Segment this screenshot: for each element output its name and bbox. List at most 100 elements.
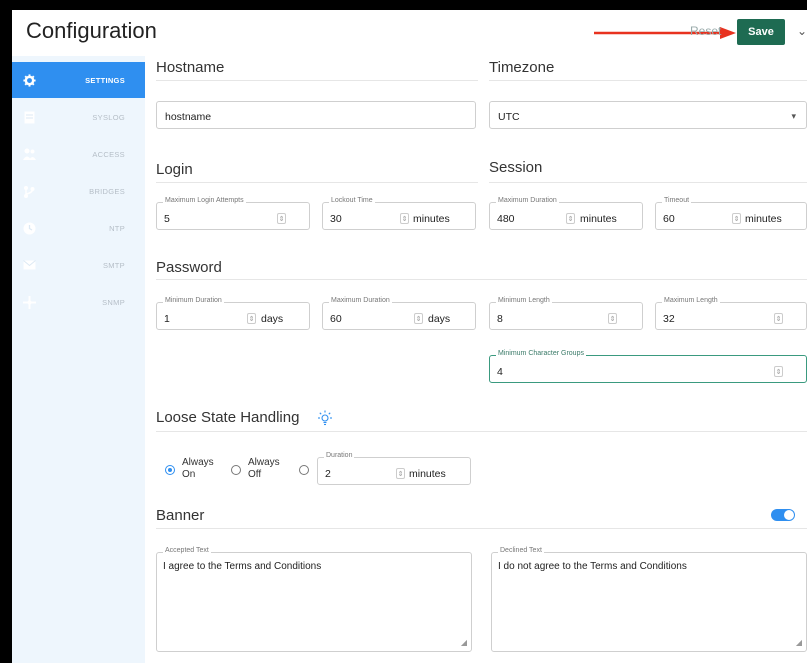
save-button[interactable]: Save [737,19,785,45]
unit-label: days [261,313,284,325]
stepper-icon[interactable]: ⇕ [400,213,409,224]
field-label: Declined Text [498,547,544,554]
field-label: Accepted Text [163,547,211,554]
radio-label-off: Off [248,469,262,480]
reset-button[interactable]: Reset [690,24,721,38]
sidebar-item-label: SMTP [102,260,125,270]
field-value: 60 [330,313,342,325]
radio-label-always: Always [182,457,214,468]
stepper-icon[interactable]: ⇕ [247,313,256,324]
field-label: Maximum Duration [496,197,559,204]
session-max-duration-field[interactable]: Maximum Duration 480 ⇕ minutes [489,197,643,230]
users-icon [22,147,36,161]
loose-state-duration-field[interactable]: Duration 2 ⇕ minutes [317,452,471,485]
chevron-down-icon: ▾ [791,111,796,121]
field-value: I do not agree to the Terms and Conditio… [498,561,687,572]
stepper-icon[interactable]: ⇕ [277,213,286,224]
sidebar-item-label: ACCESS [92,149,125,159]
toggle-knob [784,510,794,520]
banner-heading: Banner [156,507,205,524]
field-label: Maximum Duration [329,297,392,304]
clock-icon [22,221,36,235]
resize-handle-icon[interactable]: ◢ [796,638,802,647]
section-divider [156,80,478,81]
unit-label: minutes [409,468,446,480]
unit-label: minutes [745,213,782,225]
field-label: Minimum Character Groups [496,350,586,357]
field-value: 2 [325,468,331,480]
field-label: Minimum Length [496,297,552,304]
resize-handle-icon[interactable]: ◢ [461,638,467,647]
section-divider [156,431,807,432]
radio-always-on[interactable] [165,465,175,475]
sidebar-item-label: BRIDGES [89,186,125,196]
password-min-character-groups-field[interactable]: Minimum Character Groups 4 ⇕ [489,350,807,383]
timezone-heading: Timezone [489,59,555,76]
stepper-icon[interactable]: ⇕ [566,213,575,224]
unit-label: minutes [580,213,617,225]
stepper-icon[interactable]: ⇕ [414,313,423,324]
sidebar-item-snmp[interactable]: SNMP [12,284,145,320]
banner-toggle[interactable] [771,509,795,521]
accepted-text-area[interactable]: Accepted Text I agree to the Terms and C… [156,547,472,652]
stepper-icon[interactable]: ⇕ [774,313,783,324]
declined-text-area[interactable]: Declined Text I do not agree to the Term… [491,547,807,652]
field-label: Minimum Duration [163,297,224,304]
sidebar-item-label: NTP [109,223,125,233]
hostname-input[interactable]: hostname [156,101,476,129]
field-value: 5 [164,213,170,225]
radio-label-on: On [182,469,196,480]
section-divider [156,182,478,183]
login-heading: Login [156,161,193,178]
lightbulb-icon[interactable] [317,410,333,431]
stepper-icon[interactable]: ⇕ [774,366,783,377]
unit-label: minutes [413,213,450,225]
password-min-duration-field[interactable]: Minimum Duration 1 ⇕ days [156,297,310,330]
hostname-heading: Hostname [156,59,225,76]
network-icon [22,295,36,309]
field-label: Timeout [662,197,692,204]
session-timeout-field[interactable]: Timeout 60 ⇕ minutes [655,197,807,230]
sidebar-item-syslog[interactable]: SYSLOG [12,99,145,135]
field-value: 30 [330,213,342,225]
sidebar-item-label: SNMP [102,297,125,307]
timezone-value: UTC [498,111,520,123]
sidebar-item-smtp[interactable]: SMTP [12,247,145,283]
sidebar-item-bridges[interactable]: BRIDGES [12,173,145,209]
stepper-icon[interactable]: ⇕ [396,468,405,479]
password-min-length-field[interactable]: Minimum Length 8 ⇕ [489,297,643,330]
timezone-select[interactable]: UTC ▾ [489,101,807,129]
max-login-attempts-field[interactable]: Maximum Login Attempts 5 ⇕ [156,197,310,230]
sidebar-item-settings[interactable]: SETTINGS [12,62,145,98]
password-max-length-field[interactable]: Maximum Length 32 ⇕ [655,297,807,330]
section-divider [489,182,807,183]
field-value: I agree to the Terms and Conditions [163,561,322,572]
stepper-icon[interactable]: ⇕ [732,213,741,224]
sidebar: SETTINGS SYSLOG ACCESS BRIDGES NTP SMTP … [12,56,145,663]
sidebar-item-access[interactable]: ACCESS [12,136,145,172]
page-title: Configuration [26,18,157,43]
field-value: 8 [497,313,503,325]
sidebar-item-label: SYSLOG [92,112,125,122]
stepper-icon[interactable]: ⇕ [608,313,617,324]
loose-state-heading: Loose State Handling [156,409,300,426]
lockout-time-field[interactable]: Lockout Time 30 ⇕ minutes [322,197,476,230]
password-max-duration-field[interactable]: Maximum Duration 60 ⇕ days [322,297,476,330]
radio-always-off[interactable] [231,465,241,475]
app-window: Configuration Reset Save ⌄ SETTINGS SYSL… [12,10,807,663]
password-heading: Password [156,259,222,276]
field-label: Lockout Time [329,197,375,204]
document-icon [22,110,36,124]
chevron-down-icon[interactable]: ⌄ [797,24,807,38]
unit-label: days [428,313,451,325]
field-value: 60 [663,213,675,225]
session-heading: Session [489,159,543,176]
field-value: 32 [663,313,675,325]
section-divider [156,279,807,280]
radio-duration[interactable] [299,465,309,475]
field-label: Maximum Login Attempts [163,197,246,204]
gear-icon [22,73,36,87]
field-value: 1 [164,313,170,325]
sidebar-item-label: SETTINGS [85,75,125,85]
sidebar-item-ntp[interactable]: NTP [12,210,145,246]
